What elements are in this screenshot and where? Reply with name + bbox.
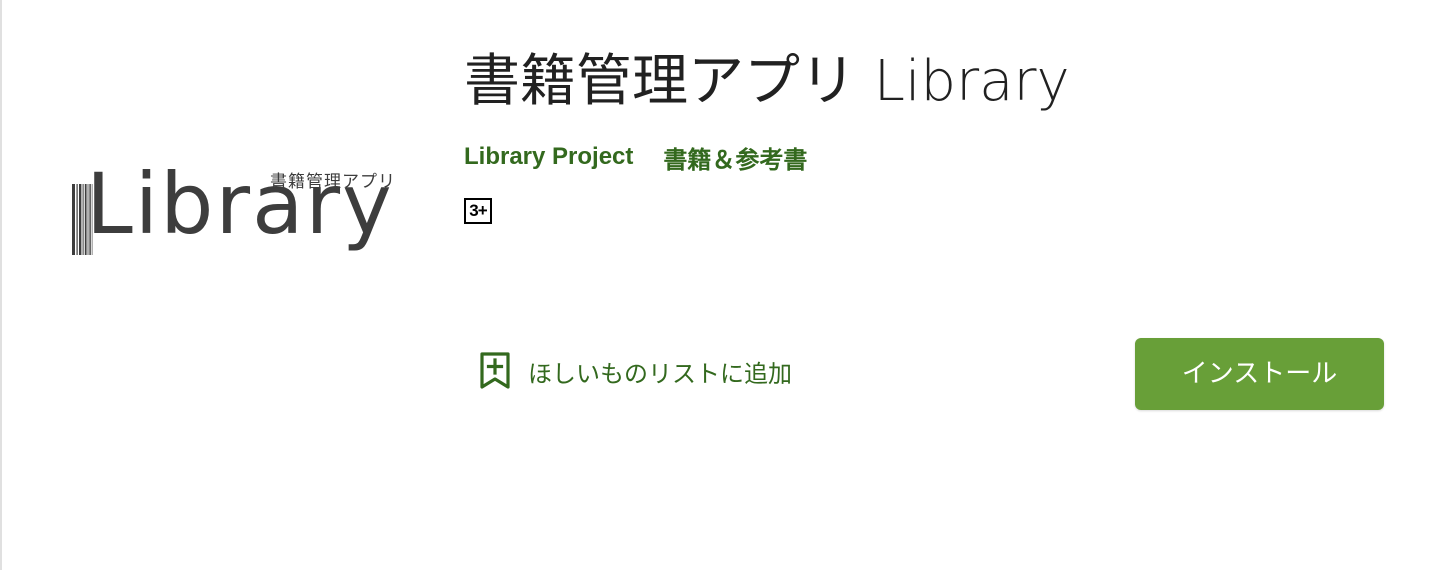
content-rating-badge: 3+ (464, 198, 492, 224)
app-icon: Library 書籍管理アプリ (64, 162, 404, 285)
app-details-page: Library 書籍管理アプリ 書籍管理アプリ Library Library … (0, 0, 1442, 570)
bookmark-add-icon (480, 352, 510, 389)
app-title: 書籍管理アプリ Library (464, 49, 1070, 114)
wishlist-label: ほしいものリストに追加 (528, 359, 792, 388)
category-link[interactable]: 書籍＆参考書 (663, 140, 807, 175)
add-to-wishlist-button[interactable]: ほしいものリストに追加 (480, 350, 792, 392)
install-button[interactable]: インストール (1135, 338, 1384, 410)
app-meta-row: Library Project 書籍＆参考書 (464, 140, 807, 175)
developer-link[interactable]: Library Project (464, 143, 633, 171)
logo-caption: 書籍管理アプリ (270, 172, 396, 192)
